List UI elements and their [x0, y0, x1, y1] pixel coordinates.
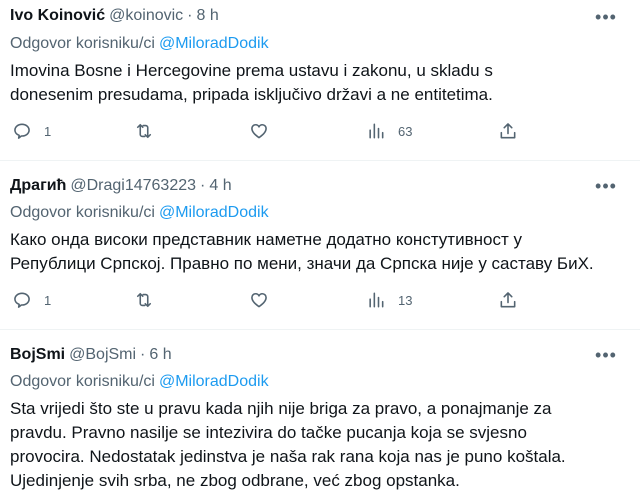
- reply-prefix: Odgovor korisniku/ci: [10, 204, 155, 221]
- tweet-text: Sta vrijedi što ste u pravu kada njih ni…: [10, 397, 610, 493]
- retweet-button[interactable]: [134, 121, 154, 141]
- timestamp[interactable]: 6 h: [149, 346, 171, 364]
- timestamp[interactable]: 8 h: [197, 7, 219, 25]
- action-bar: 1 13: [0, 286, 640, 314]
- author-name[interactable]: Ivo Koinović: [10, 7, 105, 25]
- tweet-text-line: provocira. Nedostatak jedinstva je naša …: [10, 447, 566, 466]
- reply-button[interactable]: 1: [12, 121, 51, 141]
- tweet-text-line: Како онда високи представник наметне дод…: [10, 230, 522, 249]
- like-button[interactable]: [249, 121, 269, 141]
- reply-count: 1: [44, 123, 52, 139]
- tweet[interactable]: Ivo Koinović @koinovic · 8 h ••• Odgovor…: [0, 0, 640, 161]
- separator: ·: [140, 346, 146, 363]
- tweet-text-line: donesenim presudama, pripada isključivo …: [10, 85, 493, 104]
- tweet-header: Драгић @Dragi14763223 · 4 h: [10, 174, 232, 198]
- author-handle[interactable]: @Dragi14763223: [70, 177, 196, 195]
- timestamp[interactable]: 4 h: [209, 177, 231, 195]
- tweet-header: Ivo Koinović @koinovic · 8 h: [10, 4, 219, 28]
- views-button[interactable]: 63: [366, 121, 412, 141]
- reply-count: 1: [44, 292, 52, 308]
- views-chart-icon: [369, 292, 384, 308]
- like-button[interactable]: [249, 290, 269, 310]
- mention-link[interactable]: @MiloradDodik: [159, 35, 269, 53]
- tweet-text-line: Ujedinjenje svih srba, ne zbog odbrane, …: [10, 471, 460, 490]
- share-icon: [500, 123, 516, 139]
- tweet-text-line: Sta vrijedi što ste u pravu kada njih ni…: [10, 399, 552, 418]
- share-icon: [500, 292, 516, 308]
- mention-link[interactable]: @MiloradDodik: [159, 204, 269, 222]
- views-button[interactable]: 13: [366, 290, 412, 310]
- action-bar: 1 63: [0, 117, 640, 145]
- views-count: 13: [398, 292, 413, 308]
- separator: ·: [200, 177, 206, 194]
- author-name[interactable]: Драгић: [10, 177, 66, 195]
- heart-icon: [251, 123, 267, 139]
- tweet-text-line: Imovina Bosne i Hercegovine prema ustavu…: [10, 61, 493, 80]
- tweet[interactable]: BojSmi @BojSmi · 6 h ••• Odgovor korisni…: [0, 331, 640, 501]
- more-options-icon[interactable]: •••: [594, 343, 618, 367]
- views-count: 63: [398, 123, 413, 139]
- tweet-text: Како онда високи представник наметне дод…: [10, 228, 610, 276]
- tweet-text: Imovina Bosne i Hercegovine prema ustavu…: [10, 59, 610, 107]
- reply-icon: [14, 123, 30, 139]
- tweet[interactable]: Драгић @Dragi14763223 · 4 h ••• Odgovor …: [0, 162, 640, 330]
- retweet-button[interactable]: [134, 290, 154, 310]
- tweet-header: BojSmi @BojSmi · 6 h: [10, 343, 172, 367]
- mention-link[interactable]: @MiloradDodik: [159, 373, 269, 391]
- reply-button[interactable]: 1: [12, 290, 51, 310]
- author-handle[interactable]: @BojSmi: [69, 346, 136, 364]
- share-button[interactable]: [498, 121, 518, 141]
- reply-context: Odgovor korisniku/ci @MiloradDodik: [10, 201, 269, 225]
- heart-icon: [251, 292, 267, 308]
- share-button[interactable]: [498, 290, 518, 310]
- tweet-text-line: Републици Српској. Правно по мени, значи…: [10, 254, 594, 273]
- reply-prefix: Odgovor korisniku/ci: [10, 35, 155, 52]
- retweet-icon: [136, 292, 152, 308]
- more-options-icon[interactable]: •••: [594, 5, 618, 29]
- views-chart-icon: [369, 123, 384, 139]
- retweet-icon: [136, 123, 152, 139]
- author-name[interactable]: BojSmi: [10, 346, 65, 364]
- reply-icon: [14, 292, 30, 308]
- tweet-text-line: pravdu. Pravno nasilje se intezivira do …: [10, 423, 527, 442]
- reply-context: Odgovor korisniku/ci @MiloradDodik: [10, 370, 269, 394]
- author-handle[interactable]: @koinovic: [109, 7, 183, 25]
- reply-context: Odgovor korisniku/ci @MiloradDodik: [10, 32, 269, 56]
- more-options-icon[interactable]: •••: [594, 174, 618, 198]
- reply-prefix: Odgovor korisniku/ci: [10, 373, 155, 390]
- separator: ·: [187, 7, 193, 24]
